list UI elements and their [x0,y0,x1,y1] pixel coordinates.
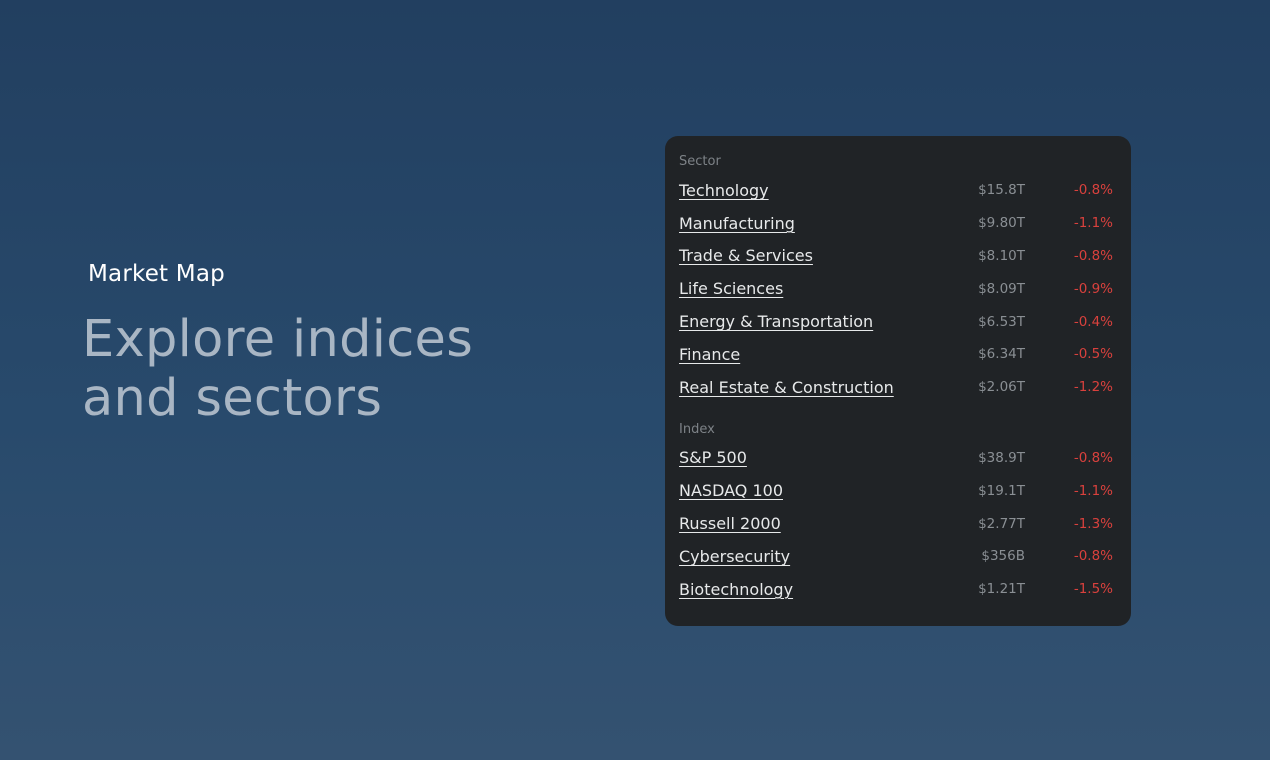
sector-group-label: Sector [679,154,721,169]
sector-link[interactable]: Technology [679,181,935,200]
percent-change: -1.2% [1073,379,1113,396]
percent-change: -1.1% [1073,482,1113,499]
percent-change: -1.5% [1073,581,1113,598]
sector-link[interactable]: Life Sciences [679,279,935,298]
index-link[interactable]: S&P 500 [679,448,935,467]
percent-change: -0.8% [1073,548,1113,565]
market-cap: $8.09T [978,280,1025,297]
market-cap: $8.10T [978,247,1025,264]
market-cap: $6.53T [978,313,1025,330]
percent-change: -0.8% [1073,449,1113,466]
percent-change: -0.4% [1073,313,1113,330]
percent-change: -0.5% [1073,346,1113,363]
index-row[interactable]: S&P 500 $38.9T -0.8% [679,442,1113,475]
market-cap: $15.8T [978,182,1025,199]
market-cap: $6.34T [978,346,1025,363]
eyebrow-label: Market Map [88,261,225,287]
market-cap: $356B [981,548,1025,565]
sector-link[interactable]: Energy & Transportation [679,312,935,331]
sector-link[interactable]: Real Estate & Construction [679,378,935,397]
percent-change: -1.3% [1073,515,1113,532]
sector-row[interactable]: Life Sciences $8.09T -0.9% [679,272,1113,305]
market-cap: $2.77T [978,515,1025,532]
sector-row[interactable]: Finance $6.34T -0.5% [679,338,1113,371]
page-title: Explore indices and sectors [82,310,602,428]
index-row[interactable]: NASDAQ 100 $19.1T -1.1% [679,474,1113,507]
sector-row[interactable]: Trade & Services $8.10T -0.8% [679,240,1113,273]
index-row[interactable]: Cybersecurity $356B -0.8% [679,540,1113,573]
percent-change: -0.8% [1073,182,1113,199]
sector-list: Technology $15.8T -0.8% Manufacturing $9… [679,174,1113,404]
sector-row[interactable]: Real Estate & Construction $2.06T -1.2% [679,371,1113,404]
sector-row[interactable]: Manufacturing $9.80T -1.1% [679,207,1113,240]
index-link[interactable]: Russell 2000 [679,514,935,533]
page-title-line-2: and sectors [82,369,383,428]
sector-row[interactable]: Energy & Transportation $6.53T -0.4% [679,305,1113,338]
market-cap: $38.9T [978,449,1025,466]
sector-link[interactable]: Trade & Services [679,246,935,265]
sector-link[interactable]: Manufacturing [679,214,935,233]
market-cap: $2.06T [978,379,1025,396]
percent-change: -0.8% [1073,247,1113,264]
sector-link[interactable]: Finance [679,345,935,364]
percent-change: -0.9% [1073,280,1113,297]
market-cap: $19.1T [978,482,1025,499]
sector-row[interactable]: Technology $15.8T -0.8% [679,174,1113,207]
index-list: S&P 500 $38.9T -0.8% NASDAQ 100 $19.1T -… [679,442,1113,606]
hero-section: Market Map Explore indices and sectors [82,258,602,428]
index-group-label: Index [679,421,715,437]
index-row[interactable]: Russell 2000 $2.77T -1.3% [679,507,1113,540]
index-link[interactable]: NASDAQ 100 [679,481,935,500]
market-cap: $1.21T [978,581,1025,598]
market-map-panel: Sector Technology $15.8T -0.8% Manufactu… [665,136,1131,626]
page-title-line-1: Explore indices [82,310,474,369]
index-link[interactable]: Biotechnology [679,580,935,599]
market-cap: $9.80T [978,215,1025,232]
index-row[interactable]: Biotechnology $1.21T -1.5% [679,573,1113,606]
percent-change: -1.1% [1073,215,1113,232]
index-link[interactable]: Cybersecurity [679,547,935,566]
